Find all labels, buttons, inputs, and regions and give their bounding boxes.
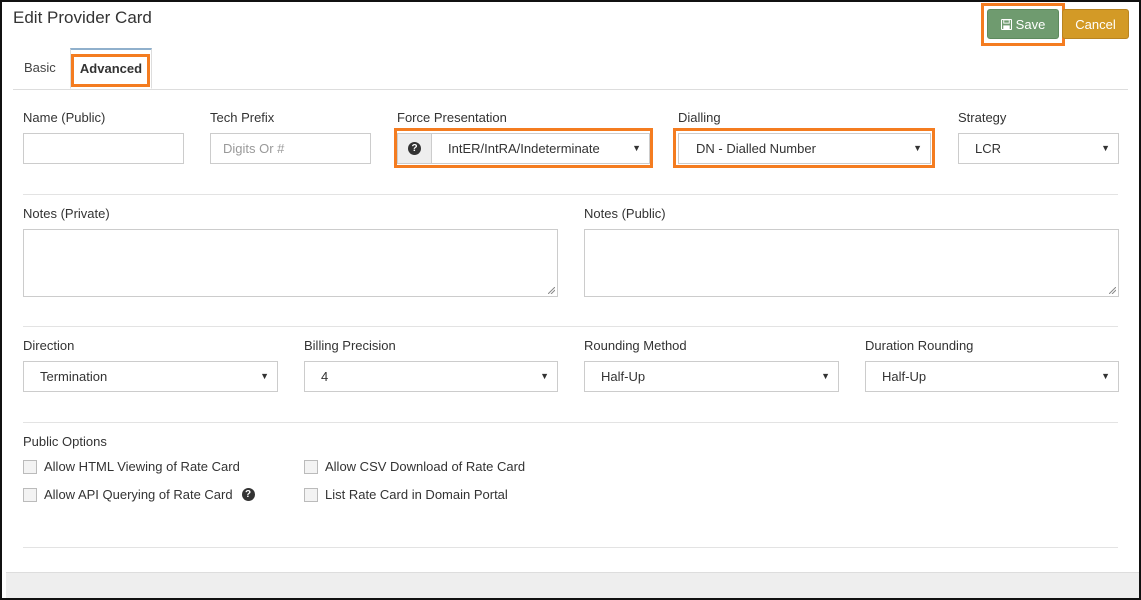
page-title: Edit Provider Card [13,8,152,27]
divider [23,326,1118,327]
window: Edit Provider Card Save Cancel Basic Adv… [0,0,1141,600]
tech-prefix-field[interactable]: Digits Or # [210,133,371,164]
divider [23,547,1118,548]
duration-rounding-label: Duration Rounding [865,338,974,353]
caret-down-icon: ▼ [1101,143,1110,153]
caret-down-icon: ▼ [821,371,830,381]
divider [23,194,1118,195]
checkbox-label: List Rate Card in Domain Portal [325,487,508,502]
name-public-label: Name (Public) [23,110,106,125]
checkbox[interactable] [23,487,37,502]
caret-down-icon: ▼ [540,371,549,381]
duration-rounding-select[interactable]: Half-Up ▼ [865,361,1119,392]
dialling-label: Dialling [678,110,721,125]
rounding-method-value: Half-Up [601,369,646,384]
footer-bar [6,572,1139,598]
rounding-method-label: Rounding Method [584,338,687,353]
tech-prefix-label: Tech Prefix [210,110,275,125]
notes-private-label: Notes (Private) [23,206,110,221]
save-button-label: Save [1015,16,1046,32]
direction-label: Direction [23,338,75,353]
floppy-disk-icon [1000,18,1012,30]
checkbox-label: Allow API Querying of Rate Card [44,487,233,502]
public-options-label: Public Options [23,434,107,449]
checkbox[interactable] [304,487,318,502]
divider [23,422,1118,423]
allow-html-viewing-checkbox[interactable]: Allow HTML Viewing of Rate Card [23,459,240,474]
cancel-button-label: Cancel [1075,16,1116,32]
force-presentation-highlight [394,128,653,168]
rounding-method-select[interactable]: Half-Up ▼ [584,361,839,392]
tab-bar: Basic Advanced [13,48,1128,90]
strategy-label: Strategy [958,110,1007,125]
strategy-value: LCR [975,141,1002,156]
tab-basic[interactable]: Basic [24,48,56,88]
checkbox[interactable] [23,459,37,474]
strategy-select[interactable]: LCR ▼ [958,133,1119,164]
direction-value: Termination [40,369,108,384]
name-public-field[interactable] [23,133,184,164]
notes-public-textarea[interactable] [584,229,1119,297]
billing-precision-select[interactable]: 4 ▼ [304,361,558,392]
checkbox[interactable] [304,459,318,474]
duration-rounding-value: Half-Up [882,369,927,384]
billing-precision-label: Billing Precision [304,338,396,353]
resize-handle-icon[interactable] [1109,287,1116,294]
advanced-tab-highlight [71,54,150,87]
direction-select[interactable]: Termination ▼ [23,361,278,392]
resize-handle-icon[interactable] [548,287,555,294]
checkbox-label: Allow HTML Viewing of Rate Card [44,459,240,474]
checkbox-label: Allow CSV Download of Rate Card [325,459,526,474]
save-button[interactable]: Save [987,9,1059,39]
allow-api-querying-checkbox[interactable]: Allow API Querying of Rate Card ? [23,487,255,502]
force-presentation-label: Force Presentation [397,110,507,125]
caret-down-icon: ▼ [260,371,269,381]
cancel-button[interactable]: Cancel [1062,9,1129,39]
notes-public-label: Notes (Public) [584,206,666,221]
question-circle-icon[interactable]: ? [241,488,255,501]
list-in-domain-portal-checkbox[interactable]: List Rate Card in Domain Portal [304,487,508,502]
dialling-highlight [673,128,935,168]
notes-private-textarea[interactable] [23,229,558,297]
billing-precision-value: 4 [321,369,329,384]
allow-csv-download-checkbox[interactable]: Allow CSV Download of Rate Card [304,459,525,474]
caret-down-icon: ▼ [1101,371,1110,381]
